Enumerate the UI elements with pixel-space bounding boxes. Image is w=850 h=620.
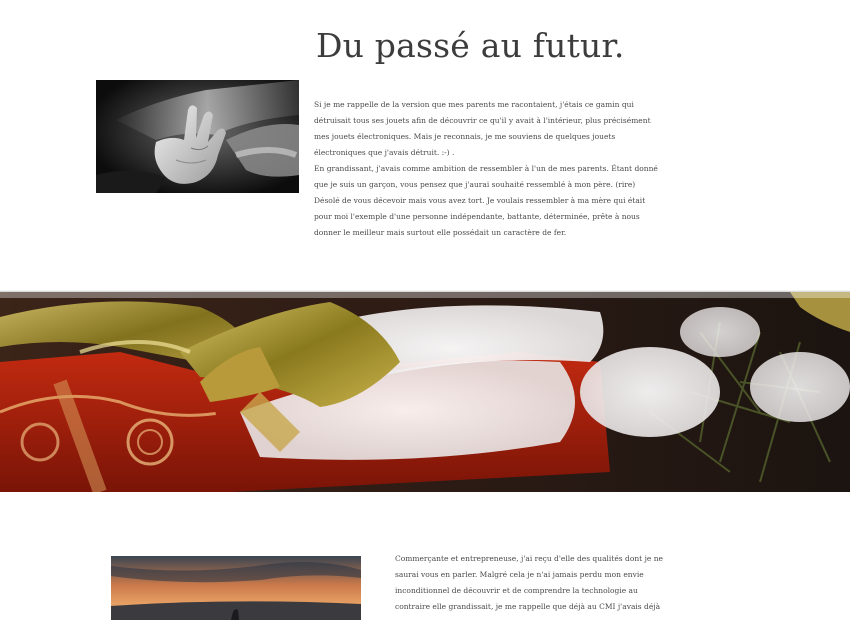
story-intro-line: que je suis un garçon, vous pensez que j… xyxy=(314,180,636,189)
story-mother-line: Commerçante et entrepreneuse, j'ai reçu … xyxy=(395,554,663,563)
story-mother-text: Commerçante et entrepreneuse, j'ai reçu … xyxy=(395,551,675,615)
story-intro-line: Si je me rappelle de la version que mes … xyxy=(314,100,634,109)
story-intro-line: pour moi l'exemple d'une personne indépe… xyxy=(314,212,640,221)
story-mother-line: contraire elle grandissait, je me rappel… xyxy=(395,602,661,611)
story-intro-line: électroniques que j'avais détruit. :-) . xyxy=(314,148,455,157)
story-intro-line: détruisait tous ses jouets afin de décou… xyxy=(314,116,651,125)
story-intro-line: mes jouets électroniques. Mais je reconn… xyxy=(314,132,616,141)
story-intro-line: En grandissant, j'avais comme ambition d… xyxy=(314,164,658,173)
story-mother-line: inconditionnel de découvrir et de compre… xyxy=(395,586,638,595)
story-mother-line: saurai vous en parler. Malgré cela je n'… xyxy=(395,570,644,579)
christmas-banner-image xyxy=(0,292,850,492)
hands-photo xyxy=(96,80,299,193)
story-intro-text: Si je me rappelle de la version que mes … xyxy=(314,97,676,241)
story-intro-line: Désolé de vous décevoir mais vous avez t… xyxy=(314,196,646,205)
page-title: Du passé au futur. xyxy=(316,26,625,65)
story-intro-line: donner le meilleur mais surtout elle pos… xyxy=(314,228,567,237)
sunset-photo xyxy=(111,556,361,620)
